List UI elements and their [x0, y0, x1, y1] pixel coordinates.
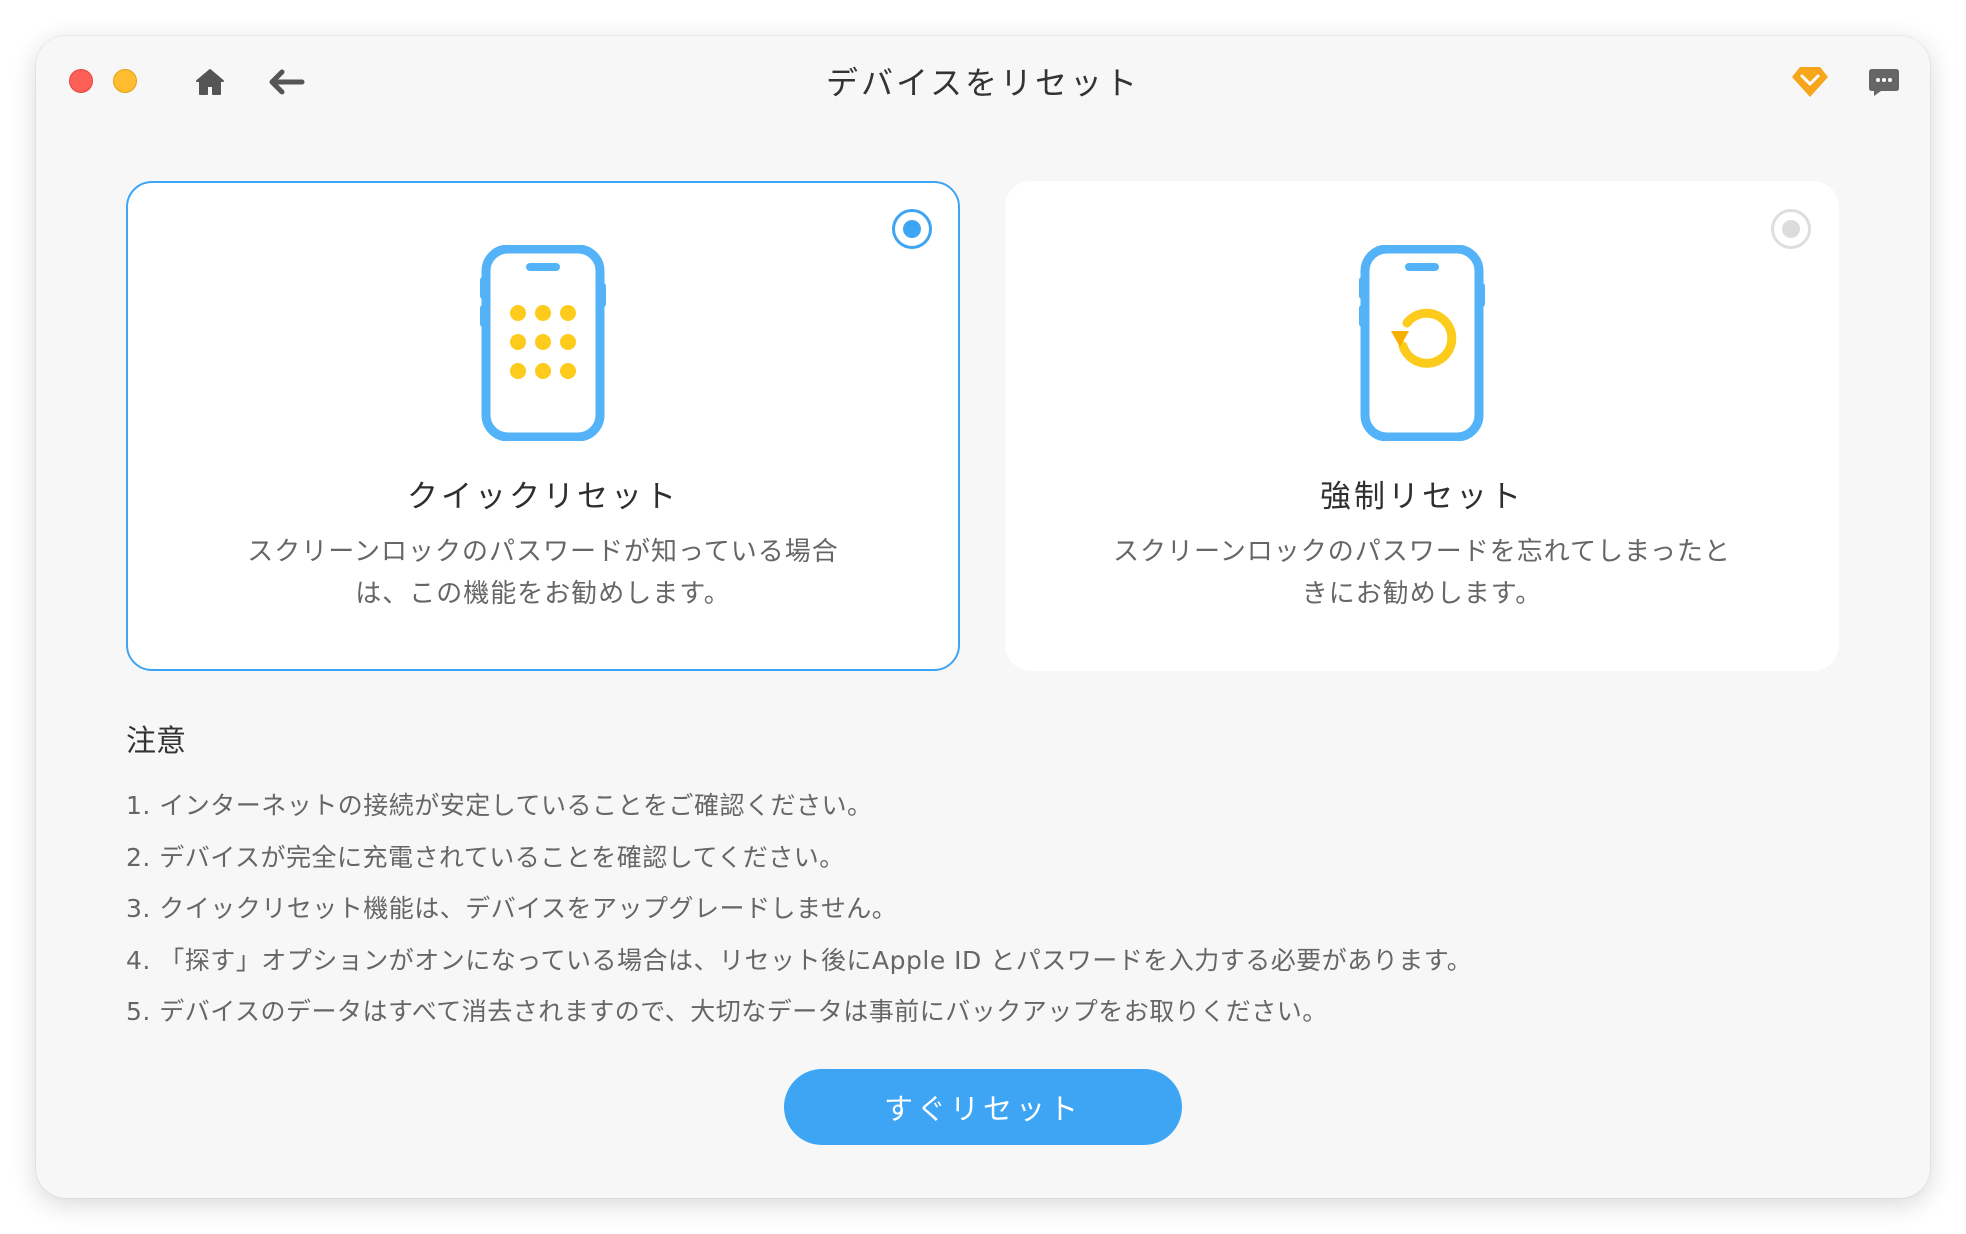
quick-reset-description-line2: は、この機能をお勧めします。	[355, 579, 731, 609]
force-reset-description-line1: スクリーンロックのパスワードを忘れてしまったと	[1113, 537, 1731, 567]
quick-reset-option-card[interactable]: クイックリセット スクリーンロックのパスワードが知っている場合 は、この機能をお…	[126, 181, 960, 671]
chat-bubble-icon[interactable]	[1866, 64, 1902, 100]
notes-list: 1. インターネットの接続が安定していることをご確認ください。 2. デバイスが…	[126, 780, 1472, 1038]
reset-now-button[interactable]: すぐリセット	[784, 1069, 1182, 1145]
force-reset-radio[interactable]	[1771, 209, 1811, 249]
force-reset-description: スクリーンロックのパスワードを忘れてしまったと きにお勧めします。	[1087, 531, 1757, 615]
phone-keypad-icon	[478, 244, 608, 442]
quick-reset-description: スクリーンロックのパスワードが知っている場合 は、この機能をお勧めします。	[208, 531, 878, 615]
note-item: 3. クイックリセット機能は、デバイスをアップグレードしません。	[126, 894, 898, 923]
notes-heading: 注意	[126, 724, 186, 759]
quick-reset-title: クイックリセット	[407, 479, 679, 515]
force-reset-description-line2: きにお勧めします。	[1301, 579, 1543, 609]
quick-reset-radio[interactable]	[892, 209, 932, 249]
note-item: 1. インターネットの接続が安定していることをご確認ください。	[126, 791, 873, 820]
window-title: デバイスをリセット	[825, 64, 1141, 102]
title-bar: デバイスをリセット	[36, 36, 1930, 146]
note-item: 5. デバイスのデータはすべて消去されますので、大切なデータは事前にバックアップ…	[126, 997, 1328, 1026]
app-window: デバイスをリセット クイックリセット スクリーンロックのパスワードが知っている場…	[36, 36, 1930, 1198]
phone-reset-icon	[1357, 244, 1487, 442]
note-item: 2. デバイスが完全に充電されていることを確認してください。	[126, 842, 845, 872]
force-reset-option-card[interactable]: 強制リセット スクリーンロックのパスワードを忘れてしまったと きにお勧めします。	[1005, 181, 1839, 671]
force-reset-title: 強制リセット	[1320, 479, 1524, 515]
quick-reset-description-line1: スクリーンロックのパスワードが知っている場合	[247, 537, 839, 567]
note-item: 4. 「探す」オプションがオンになっている場合は、リセット後にApple ID …	[126, 945, 1473, 975]
diamond-icon[interactable]	[1790, 62, 1830, 102]
